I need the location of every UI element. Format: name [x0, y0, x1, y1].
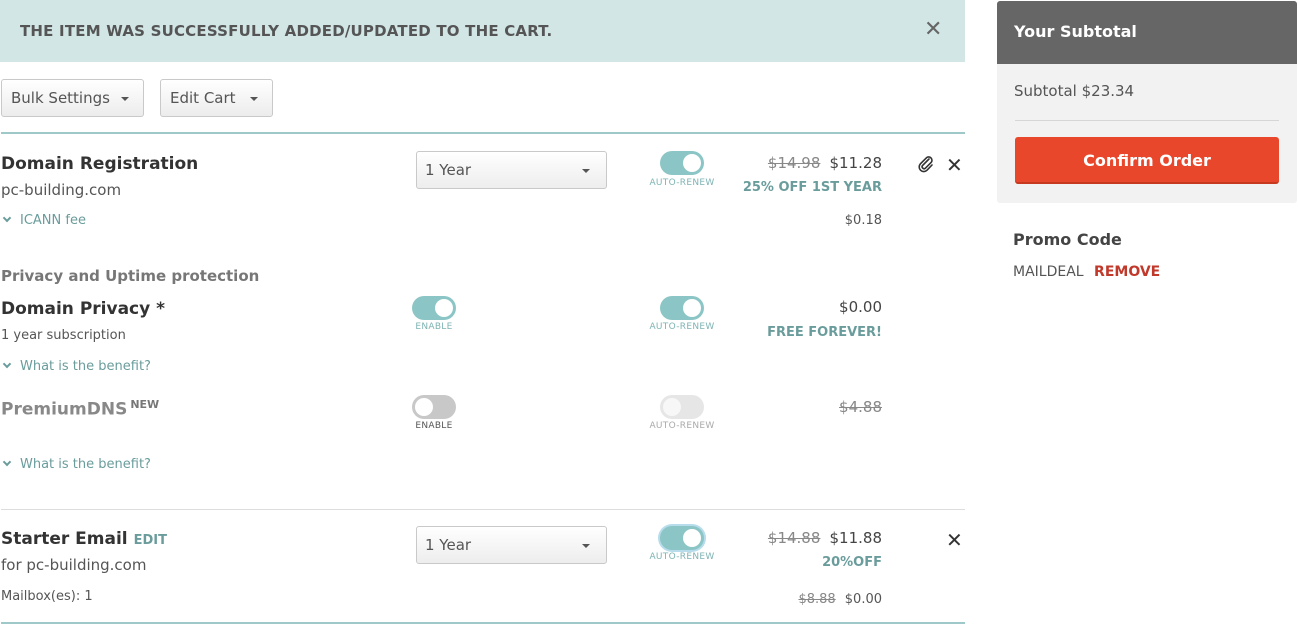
- premiumdns-benefit-label: What is the benefit?: [20, 457, 151, 472]
- privacy-benefit-toggle[interactable]: What is the benefit?: [2, 359, 151, 374]
- mailboxes-count: Mailbox(es): 1: [1, 589, 93, 604]
- divider: [1, 509, 965, 510]
- caret-down-icon: [582, 544, 590, 548]
- email-old-price: $14.88: [767, 529, 821, 547]
- domain-old-price: $14.98: [767, 154, 821, 172]
- chevron-down-icon: [2, 359, 12, 369]
- subtotal-title: Your Subtotal: [1014, 22, 1137, 41]
- premiumdns-benefit-toggle[interactable]: What is the benefit?: [2, 457, 151, 472]
- caret-down-icon: [582, 169, 590, 173]
- domain-auto-renew-toggle[interactable]: [660, 151, 704, 175]
- email-auto-renew-toggle[interactable]: [660, 526, 704, 550]
- email-domain: for pc-building.com: [1, 556, 147, 574]
- edit-cart-label: Edit Cart: [170, 89, 236, 107]
- email-edit-link[interactable]: EDIT: [134, 533, 167, 548]
- subtotal-amount: Subtotal $23.34: [1014, 82, 1135, 100]
- close-icon[interactable]: ✕: [924, 19, 942, 41]
- domain-registration-title: Domain Registration: [1, 154, 199, 174]
- promo-code-row: MAILDEAL REMOVE: [1013, 264, 1160, 280]
- email-price: $11.88: [829, 529, 883, 547]
- email-period-select[interactable]: 1 Year: [416, 526, 607, 564]
- domain-privacy-title: Domain Privacy *: [1, 299, 166, 319]
- remove-item-icon[interactable]: ✕: [946, 155, 963, 175]
- auto-renew-label: AUTO-RENEW: [649, 421, 715, 431]
- icann-fee-toggle[interactable]: ICANN fee: [2, 213, 86, 228]
- icann-fee-label: ICANN fee: [20, 213, 86, 228]
- edit-cart-dropdown[interactable]: Edit Cart: [160, 79, 273, 117]
- remove-promo-link[interactable]: REMOVE: [1094, 264, 1160, 280]
- divider: [1015, 120, 1279, 121]
- domain-price-block: $14.98 $11.28: [700, 153, 882, 172]
- remove-item-icon[interactable]: ✕: [946, 530, 963, 550]
- icann-fee-price: $0.18: [844, 213, 882, 228]
- divider: [1, 132, 965, 134]
- domain-period-select[interactable]: 1 Year: [416, 151, 607, 189]
- chevron-down-icon: [2, 213, 12, 223]
- bulk-settings-dropdown[interactable]: Bulk Settings: [1, 79, 144, 117]
- enable-label: ENABLE: [415, 322, 453, 332]
- bulk-settings-label: Bulk Settings: [11, 89, 110, 107]
- premiumdns-title: PremiumDNS NEW: [1, 398, 160, 420]
- email-price-block: $14.88 $11.88: [700, 528, 882, 547]
- privacy-price: $0.00: [839, 298, 882, 316]
- premiumdns-auto-renew-toggle[interactable]: [660, 395, 704, 419]
- auto-renew-label: AUTO-RENEW: [649, 322, 715, 332]
- premiumdns-price-block: $4.88: [760, 397, 882, 416]
- privacy-note: FREE FOREVER!: [767, 325, 882, 340]
- domain-name: pc-building.com: [1, 181, 122, 199]
- alert-message: THE ITEM WAS SUCCESSFULLY ADDED/UPDATED …: [20, 22, 553, 40]
- paperclip-icon[interactable]: [917, 155, 935, 177]
- privacy-auto-renew-toggle[interactable]: [660, 296, 704, 320]
- email-period-value: 1 Year: [425, 536, 472, 554]
- domain-discount: 25% OFF 1ST YEAR: [742, 180, 882, 195]
- divider: [1, 622, 965, 624]
- new-badge: NEW: [130, 398, 160, 411]
- auto-renew-label: AUTO-RENEW: [649, 552, 715, 562]
- email-discount: 20%OFF: [822, 555, 882, 570]
- chevron-down-icon: [2, 457, 12, 467]
- protection-heading: Privacy and Uptime protection: [1, 267, 260, 285]
- premiumdns-enable-toggle[interactable]: [412, 395, 456, 419]
- caret-down-icon: [250, 97, 258, 101]
- mailbox-price-block: $8.88 $0.00: [760, 588, 882, 607]
- starter-email-title: Starter Email EDIT: [1, 529, 167, 549]
- promo-code-value: MAILDEAL: [1013, 264, 1084, 280]
- mailbox-old-price: $8.88: [798, 592, 836, 607]
- domain-period-value: 1 Year: [425, 161, 472, 179]
- premiumdns-old-price: $4.88: [839, 398, 882, 416]
- privacy-enable-toggle[interactable]: [412, 296, 456, 320]
- domain-price: $11.28: [829, 154, 883, 172]
- domain-privacy-subtitle: 1 year subscription: [1, 328, 126, 343]
- promo-code-heading: Promo Code: [1013, 230, 1122, 249]
- confirm-order-button[interactable]: Confirm Order: [1015, 137, 1279, 184]
- caret-down-icon: [121, 97, 129, 101]
- enable-label: ENABLE: [415, 421, 453, 431]
- mailbox-price: $0.00: [844, 592, 882, 607]
- privacy-benefit-label: What is the benefit?: [20, 359, 151, 374]
